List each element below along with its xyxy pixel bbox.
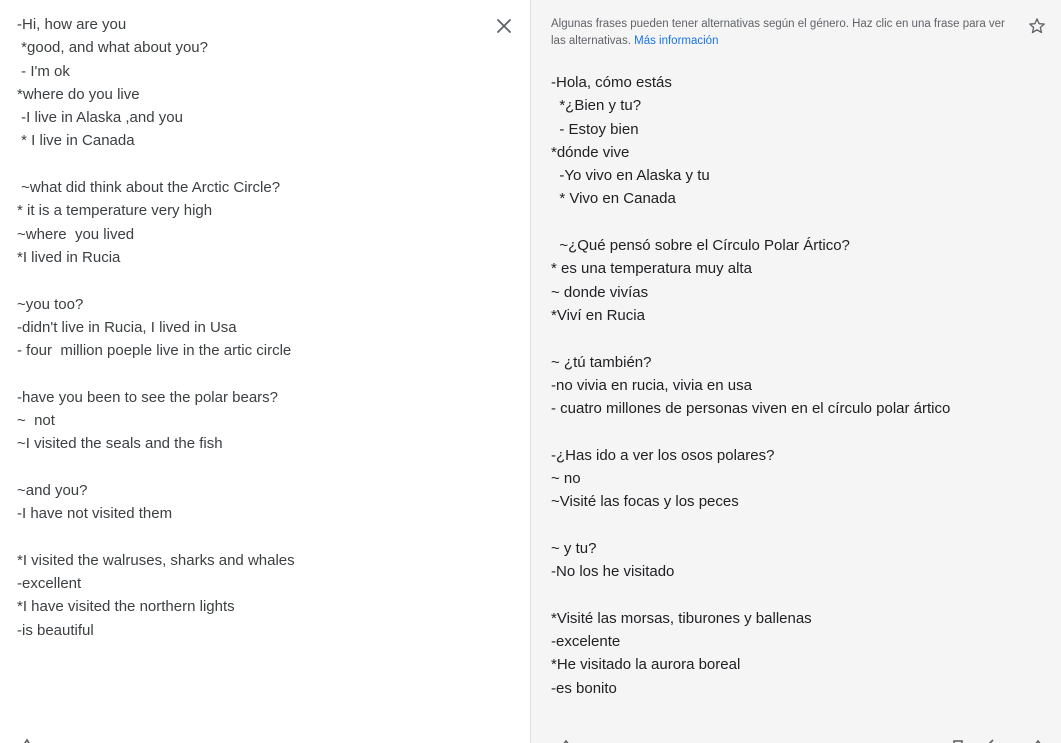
source-pane: -Hi, how are you *good, and what about y… <box>0 0 531 743</box>
source-text-line: -I live in Alaska ,and you <box>17 109 183 127</box>
translation-output[interactable]: -Hola, cómo estás *¿Bien y tu? - Estoy b… <box>551 71 1031 700</box>
translation-text-line: *He visitado la aurora boreal <box>551 656 741 674</box>
translation-text-line: -no vivia en rucia, vivia en usa <box>551 376 752 394</box>
translation-text-line: -Yo vivo en Alaska y tu <box>551 167 710 185</box>
source-text-line <box>17 362 477 385</box>
source-text-line: * I live in Canada <box>17 132 135 150</box>
source-text-line: *I visited the walruses, sharks and whal… <box>17 551 295 569</box>
copy-icon[interactable] <box>951 737 965 743</box>
mic-icon[interactable] <box>20 737 34 743</box>
translation-text-line: - cuatro millones de personas viven en e… <box>551 400 951 418</box>
source-text-line: ~where you lived <box>17 225 135 243</box>
source-text-line <box>17 526 477 549</box>
source-text-line: - I'm ok <box>17 62 70 80</box>
translation-text-line: *Viví en Rucia <box>551 306 645 324</box>
translation-text-line: ~ donde vivías <box>551 283 649 301</box>
translation-text-line <box>551 584 1031 607</box>
translation-text-line: ~ no <box>551 470 581 488</box>
source-text-line: ~I visited the seals and the fish <box>17 435 223 453</box>
source-textarea[interactable]: -Hi, how are you *good, and what about y… <box>17 13 477 642</box>
source-text-line: - four million poeple live in the artic … <box>17 342 292 360</box>
translation-text-line: -¿Has ido a ver los osos polares? <box>551 446 775 464</box>
source-text-line <box>17 269 477 292</box>
speaker-icon[interactable] <box>559 737 573 743</box>
gender-notice: Algunas frases pueden tener alternativas… <box>551 16 1011 50</box>
share-icon[interactable] <box>1031 737 1045 743</box>
source-text-line <box>17 456 477 479</box>
translation-text-line <box>551 514 1031 537</box>
translation-text-line: -Hola, cómo estás <box>551 74 672 91</box>
source-text-line: -I have not visited them <box>17 505 173 523</box>
listen-icon[interactable] <box>60 737 74 743</box>
star-outline-icon <box>1029 18 1045 34</box>
source-text-line: -excellent <box>17 575 82 593</box>
source-text-line: ~and you? <box>17 481 88 499</box>
source-text-line: *I have visited the northern lights <box>17 598 235 616</box>
translation-text-line: -excelente <box>551 633 621 651</box>
source-text-line: -have you been to see the polar bears? <box>17 388 279 406</box>
translation-text-line: *¿Bien y tu? <box>551 97 642 115</box>
source-text-line: ~you too? <box>17 295 84 313</box>
source-text-line: * it is a temperature very high <box>17 202 213 220</box>
save-translation-button[interactable] <box>1027 16 1047 36</box>
source-text-line: *I lived in Rucia <box>17 248 121 266</box>
translation-text-line: ~Visité las focas y los peces <box>551 493 739 511</box>
translation-pane: Algunas frases pueden tener alternativas… <box>531 0 1061 743</box>
source-text-line: *good, and what about you? <box>17 39 208 57</box>
translation-text-line: ~¿Qué pensó sobre el Círculo Polar Ártic… <box>551 237 850 255</box>
clear-source-button[interactable] <box>493 15 515 37</box>
source-text-line: ~what did think about the Arctic Circle? <box>17 179 281 197</box>
translator-app: -Hi, how are you *good, and what about y… <box>0 0 1061 743</box>
translation-text-line <box>551 420 1031 443</box>
feedback-icon[interactable] <box>983 737 997 743</box>
translation-text-line: * Vivo en Canada <box>551 190 676 208</box>
close-icon <box>497 19 511 33</box>
gender-notice-text: Algunas frases pueden tener alternativas… <box>551 18 1005 47</box>
source-text-line: ~ not <box>17 412 55 430</box>
more-info-link[interactable]: Más información <box>634 35 718 47</box>
translation-text-line: -No los he visitado <box>551 563 675 581</box>
translation-text-line: *Visité las morsas, tiburones y ballenas <box>551 609 812 627</box>
source-text-line: -didn't live in Rucia, I lived in Usa <box>17 318 237 336</box>
translation-text-line <box>551 327 1031 350</box>
source-text-line: -Hi, how are you <box>17 16 127 33</box>
source-text-line: -is beautiful <box>17 621 94 639</box>
translation-text-line <box>551 211 1031 234</box>
translation-text-line: *dónde vive <box>551 143 630 161</box>
translation-text-line: * es una temperatura muy alta <box>551 260 752 278</box>
translation-text-line: -es bonito <box>551 679 617 697</box>
translation-text-line: ~ ¿tú también? <box>551 353 652 371</box>
source-text-line <box>17 153 477 176</box>
source-text-line: *where do you live <box>17 85 140 103</box>
translation-text-line: - Estoy bien <box>551 120 639 138</box>
translation-text-line: ~ y tu? <box>551 539 597 557</box>
